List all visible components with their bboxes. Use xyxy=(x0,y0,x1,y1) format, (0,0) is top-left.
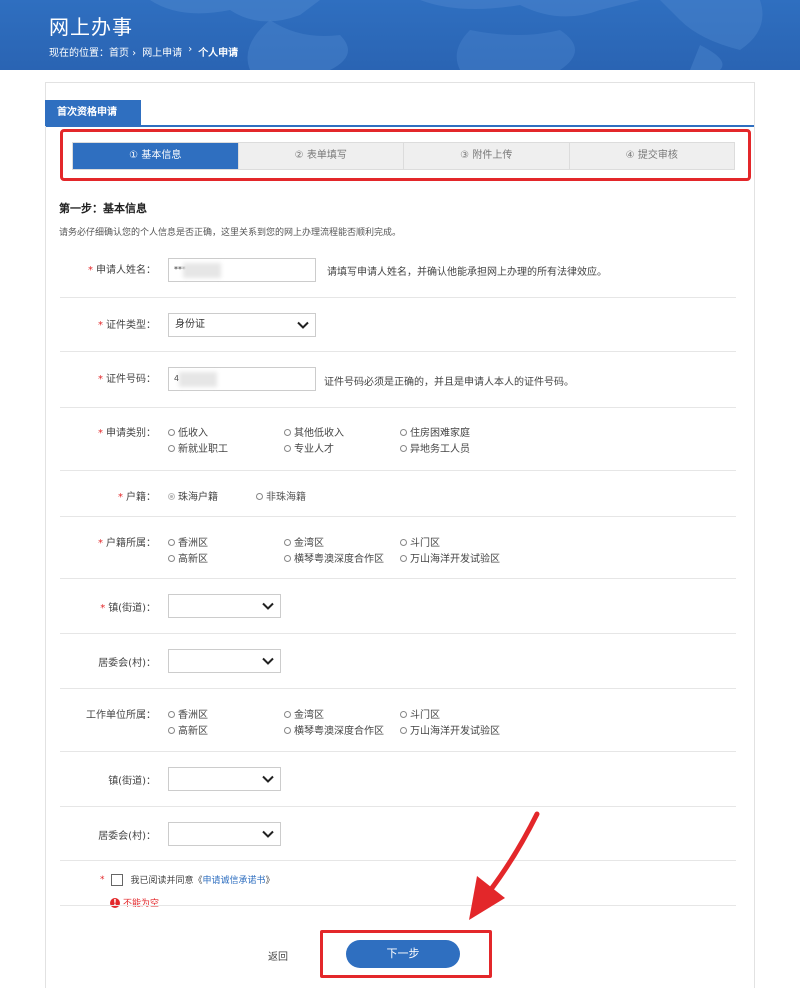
radio-work-xiangzhou[interactable]: 香洲区 xyxy=(168,706,208,721)
section-title: 第一步：基本信息 xyxy=(59,202,147,215)
section-description: 请务必仔细确认您的个人信息是否正确，这里关系到您的网上办理流程能否顺利完成。 xyxy=(59,228,402,238)
step-progress-bar: ① 基本信息 ② 表单填写 ③ 附件上传 ④ 提交审核 xyxy=(72,142,735,170)
town-select[interactable] xyxy=(168,594,281,618)
breadcrumb: 现在的位置：首页 › 网上申请 › 个人申请 xyxy=(49,44,238,59)
row-hukou-district: * 户籍所属： 香洲区 金湾区 斗门区 高新区 横琴粤澳深度合作区 万山海洋开发试… xyxy=(60,517,736,579)
committee-select[interactable] xyxy=(168,649,281,673)
radio-district-doumen[interactable]: 斗门区 xyxy=(400,534,440,549)
row-id-number: * 证件号码： 4 证件号码必须是正确的，并且是申请人本人的证件号码。 xyxy=(60,352,736,408)
breadcrumb-home[interactable]: 现在的位置：首页 › xyxy=(49,44,136,59)
agreement-text: 我已阅读并同意《 xyxy=(130,876,203,886)
id-number-label: 证件号码： xyxy=(106,374,156,385)
row-hukou: * 户籍： 珠海户籍 非珠海籍 xyxy=(60,471,736,517)
step-basic-info[interactable]: ① 基本信息 xyxy=(73,143,239,169)
breadcrumb-online-apply[interactable]: 网上申请 xyxy=(142,44,182,59)
radio-district-jinwan[interactable]: 金湾区 xyxy=(284,534,324,549)
id-number-hint: 证件号码必须是正确的，并且是申请人本人的证件号码。 xyxy=(324,377,574,388)
next-step-button[interactable]: 下一步 xyxy=(346,940,460,968)
row-work-committee: 居委会(村)： xyxy=(60,807,736,861)
radio-work-gaoxin[interactable]: 高新区 xyxy=(168,722,208,737)
row-work-town: 镇(街道)： xyxy=(60,752,736,807)
chevron-down-icon xyxy=(262,602,274,610)
committee-label: 居委会(村)： xyxy=(98,658,156,669)
row-id-type: * 证件类型： 身份证 xyxy=(60,298,736,352)
back-button[interactable]: 返回 xyxy=(268,948,288,963)
tab-first-application[interactable]: 首次资格申请 xyxy=(45,100,141,126)
row-application-category: * 申请类别： 低收入 其他低收入 住房困难家庭 新就业职工 专业人才 异地务工人… xyxy=(60,408,736,471)
radio-work-doumen[interactable]: 斗门区 xyxy=(400,706,440,721)
chevron-down-icon xyxy=(297,321,309,329)
page-title: 网上办事 xyxy=(49,15,133,39)
breadcrumb-current: 个人申请 xyxy=(198,48,239,59)
town-label: 镇(街道)： xyxy=(108,603,156,614)
agreement-text-end: 》 xyxy=(265,876,275,886)
id-type-select[interactable]: 身份证 xyxy=(168,313,316,337)
radio-other-low-income[interactable]: 其他低收入 xyxy=(284,424,344,439)
radio-low-income[interactable]: 低收入 xyxy=(168,424,208,439)
id-number-input[interactable]: 4 xyxy=(168,367,316,391)
agreement-link[interactable]: 申请诚信承诺书 xyxy=(203,873,266,886)
radio-district-hengqin[interactable]: 横琴粤澳深度合作区 xyxy=(284,550,384,565)
applicant-name-label: 申请人姓名： xyxy=(96,265,156,276)
radio-district-xiangzhou[interactable]: 香洲区 xyxy=(168,534,208,549)
radio-work-hengqin[interactable]: 横琴粤澳深度合作区 xyxy=(284,722,384,737)
error-text: 不能为空 xyxy=(123,899,160,909)
work-committee-label: 居委会(村)： xyxy=(98,831,156,842)
work-town-select[interactable] xyxy=(168,767,281,791)
radio-district-wanshan[interactable]: 万山海洋开发试验区 xyxy=(400,550,500,565)
row-committee: 居委会(村)： xyxy=(60,634,736,689)
row-work-district: 工作单位所属： 香洲区 金湾区 斗门区 高新区 横琴粤澳深度合作区 万山海洋开发… xyxy=(60,689,736,752)
chevron-down-icon xyxy=(262,657,274,665)
radio-zhuhai-hukou[interactable]: 珠海户籍 xyxy=(168,488,218,503)
work-district-label: 工作单位所属： xyxy=(86,710,156,721)
chevron-down-icon xyxy=(262,775,274,783)
red-arrow-annotation xyxy=(469,811,540,920)
step-submit-review[interactable]: ④ 提交审核 xyxy=(570,143,735,169)
category-label: 申请类别： xyxy=(106,428,156,439)
step-form-fill[interactable]: ② 表单填写 xyxy=(239,143,404,169)
row-town: * 镇(街道)： xyxy=(60,579,736,634)
error-icon: ! xyxy=(110,897,120,908)
id-type-label: 证件类型： xyxy=(106,320,156,331)
radio-district-gaoxin[interactable]: 高新区 xyxy=(168,550,208,565)
tab-underline xyxy=(46,125,754,127)
radio-work-jinwan[interactable]: 金湾区 xyxy=(284,706,324,721)
radio-new-employee[interactable]: 新就业职工 xyxy=(168,440,228,455)
radio-work-wanshan[interactable]: 万山海洋开发试验区 xyxy=(400,722,500,737)
agreement-error: ! 不能为空 xyxy=(110,896,159,909)
work-committee-select[interactable] xyxy=(168,822,281,846)
hukou-district-label: 户籍所属： xyxy=(106,538,156,549)
radio-migrant-worker[interactable]: 异地务工人员 xyxy=(400,440,470,455)
step-attachment-upload[interactable]: ③ 附件上传 xyxy=(404,143,570,169)
page-header: 网上办事 现在的位置：首页 › 网上申请 › 个人申请 xyxy=(0,0,800,70)
divider xyxy=(60,905,736,906)
agreement-checkbox[interactable] xyxy=(110,873,123,886)
radio-housing-difficulty[interactable]: 住房困难家庭 xyxy=(400,424,470,439)
work-town-label: 镇(街道)： xyxy=(108,776,156,787)
agreement-row: * 我已阅读并同意《 申请诚信承诺书 》 xyxy=(100,873,275,886)
row-applicant-name: * 申请人姓名： *** 请填写申请人姓名，并确认他能承担网上办理的所有法律效应。 xyxy=(60,245,736,298)
chevron-down-icon xyxy=(262,830,274,838)
radio-non-zhuhai-hukou[interactable]: 非珠海籍 xyxy=(256,488,306,503)
radio-professional-talent[interactable]: 专业人才 xyxy=(284,440,334,455)
applicant-name-input[interactable]: *** xyxy=(168,258,316,282)
applicant-name-hint: 请填写申请人姓名，并确认他能承担网上办理的所有法律效应。 xyxy=(327,267,607,278)
hukou-label: 户籍： xyxy=(126,492,156,503)
breadcrumb-separator: › xyxy=(188,44,193,55)
